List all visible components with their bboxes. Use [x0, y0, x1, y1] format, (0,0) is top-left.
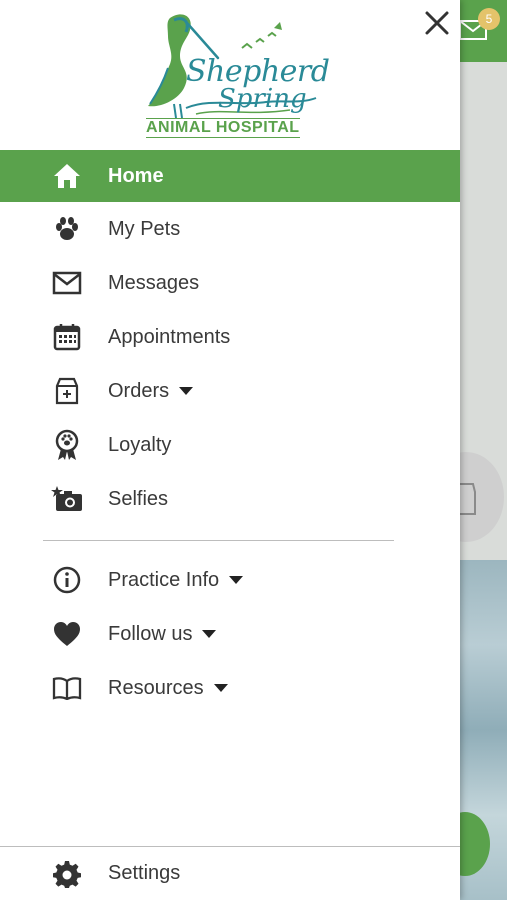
logo-text-spring: Spring [218, 84, 307, 114]
primary-menu: Home My Pets Messages Appointments Order [0, 150, 460, 526]
menu-item-selfies[interactable]: Selfies [0, 472, 460, 526]
heart-icon [50, 617, 84, 651]
menu-item-settings[interactable]: Settings [0, 847, 460, 900]
secondary-menu: Practice Info Follow us Resources [0, 553, 460, 715]
menu-item-label: Orders [108, 380, 194, 403]
close-icon [425, 11, 449, 35]
menu-divider [43, 540, 394, 541]
menu-item-label: Messages [108, 271, 200, 294]
menu-item-label: Loyalty [108, 433, 172, 456]
menu-item-label: Settings [108, 862, 181, 884]
chevron-down-icon [179, 387, 194, 396]
menu-item-practice-info[interactable]: Practice Info [0, 553, 460, 607]
menu-item-label: Selfies [108, 487, 169, 510]
home-icon [50, 159, 84, 193]
menu-item-home[interactable]: Home [0, 150, 460, 202]
menu-item-follow-us[interactable]: Follow us [0, 607, 460, 661]
calendar-icon [50, 320, 84, 354]
paw-icon [50, 212, 84, 246]
navigation-drawer: Shepherd Spring ANIMAL HOSPITAL Home My … [0, 0, 460, 900]
menu-item-label: Home [108, 164, 164, 187]
menu-item-loyalty[interactable]: Loyalty [0, 418, 460, 472]
menu-item-label: Follow us [108, 623, 217, 646]
camera-star-icon [50, 482, 84, 516]
gear-icon [50, 857, 84, 891]
envelope-icon [50, 266, 84, 300]
pet-food-bag-icon [50, 374, 84, 408]
menu-item-label: Resources [108, 677, 228, 700]
close-button[interactable] [420, 6, 454, 40]
info-circle-icon [50, 563, 84, 597]
chevron-down-icon [229, 576, 244, 585]
award-ribbon-icon [50, 428, 84, 462]
chevron-down-icon [202, 630, 217, 639]
background-message-badge: 5 [478, 8, 500, 30]
menu-item-appointments[interactable]: Appointments [0, 310, 460, 364]
chevron-down-icon [213, 684, 228, 693]
menu-item-resources[interactable]: Resources [0, 661, 460, 715]
menu-item-label: Appointments [108, 325, 231, 348]
menu-item-my-pets[interactable]: My Pets [0, 202, 460, 256]
open-book-icon [50, 671, 84, 705]
menu-item-label: My Pets [108, 217, 181, 240]
logo-text-animal-hospital: ANIMAL HOSPITAL [146, 118, 300, 138]
menu-item-orders[interactable]: Orders [0, 364, 460, 418]
menu-item-messages[interactable]: Messages [0, 256, 460, 310]
menu-item-label: Practice Info [108, 569, 244, 592]
